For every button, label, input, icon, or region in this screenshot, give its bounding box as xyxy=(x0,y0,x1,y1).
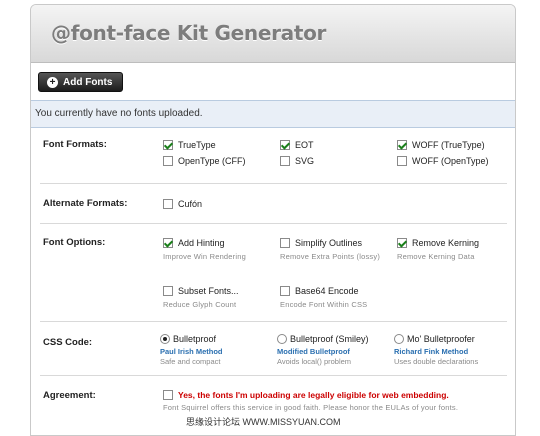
opentype-cff-checkbox[interactable] xyxy=(163,156,173,166)
cufon-checkbox[interactable] xyxy=(163,199,173,209)
cufon-label: Cufón xyxy=(178,199,203,209)
font-formats-label: Font Formats: xyxy=(43,139,107,150)
opentype-cff-label: OpenType (CFF) xyxy=(178,156,246,166)
bulletproof-radio[interactable] xyxy=(160,334,170,344)
plus-icon: + xyxy=(47,76,58,88)
mo-bulletproofer-radio[interactable] xyxy=(394,334,404,344)
eot-label: EOT xyxy=(295,140,314,150)
option-cufon[interactable]: Cufón xyxy=(163,199,202,209)
css-code-row: CSS Code: Bulletproof Paul Irish Method … xyxy=(40,322,507,376)
add-hinting-hint: Improve Win Rendering xyxy=(163,252,246,261)
option-eot[interactable]: EOT xyxy=(280,140,314,150)
woff-opentype-checkbox[interactable] xyxy=(397,156,407,166)
svg-checkbox[interactable] xyxy=(280,156,290,166)
option-base64-encode[interactable]: Base64 Encode Encode Font Within CSS xyxy=(280,286,367,309)
mo-bulletproofer-desc: Uses double declarations xyxy=(394,357,479,366)
svg-label: SVG xyxy=(295,156,315,166)
title-bar: @font-face Kit Generator xyxy=(31,5,515,63)
add-fonts-label: Add Fonts xyxy=(63,76,113,88)
option-agreement[interactable]: Yes, the fonts I'm uploading are legally… xyxy=(163,390,458,412)
agreement-text: Yes, the fonts I'm uploading are legally… xyxy=(178,390,449,400)
add-fonts-button[interactable]: + Add Fonts xyxy=(38,72,124,92)
option-subset-fonts[interactable]: Subset Fonts... Reduce Glyph Count xyxy=(163,286,239,309)
option-woff-opentype[interactable]: WOFF (OpenType) xyxy=(397,156,489,166)
simplify-outlines-label: Simplify Outlines xyxy=(295,238,363,248)
agreement-note: Font Squirrel offers this service in goo… xyxy=(163,403,459,412)
bulletproof-smiley-desc: Avoids local() problem xyxy=(277,357,352,366)
base64-encode-label: Base64 Encode xyxy=(295,286,359,296)
page-title: @font-face Kit Generator xyxy=(51,21,327,45)
toolbar: + Add Fonts xyxy=(31,63,515,100)
option-opentype-cff[interactable]: OpenType (CFF) xyxy=(163,156,246,166)
base64-encode-checkbox[interactable] xyxy=(280,286,290,296)
generator-panel: @font-face Kit Generator + Add Fonts You… xyxy=(30,4,516,436)
font-formats-row: Font Formats: TrueType EOT WOFF (TrueTyp… xyxy=(40,128,507,184)
subset-fonts-hint: Reduce Glyph Count xyxy=(163,300,237,309)
add-hinting-checkbox[interactable] xyxy=(163,238,173,248)
agreement-label: Agreement: xyxy=(43,390,96,401)
woff-opentype-label: WOFF (OpenType) xyxy=(412,156,489,166)
bulletproof-desc: Safe and compact xyxy=(160,357,221,366)
remove-kerning-hint: Remove Kerning Data xyxy=(397,252,475,261)
woff-truetype-label: WOFF (TrueType) xyxy=(412,140,485,150)
truetype-checkbox[interactable] xyxy=(163,140,173,150)
bulletproof-smiley-link[interactable]: Modified Bulletproof xyxy=(277,347,369,356)
option-svg[interactable]: SVG xyxy=(280,156,314,166)
agreement-checkbox[interactable] xyxy=(163,390,173,400)
mo-bulletproofer-link[interactable]: Richard Fink Method xyxy=(394,347,478,356)
css-code-label: CSS Code: xyxy=(43,337,93,348)
bulletproof-smiley-radio[interactable] xyxy=(277,334,287,344)
base64-encode-hint: Encode Font Within CSS xyxy=(280,300,368,309)
no-fonts-notice: You currently have no fonts uploaded. xyxy=(31,100,515,128)
remove-kerning-checkbox[interactable] xyxy=(397,238,407,248)
option-simplify-outlines[interactable]: Simplify Outlines Remove Extra Points (l… xyxy=(280,238,380,261)
option-bulletproof-smiley[interactable]: Bulletproof (Smiley) Modified Bulletproo… xyxy=(277,334,369,366)
alternate-formats-row: Alternate Formats: Cufón xyxy=(40,184,507,224)
option-truetype[interactable]: TrueType xyxy=(163,140,216,150)
option-woff-truetype[interactable]: WOFF (TrueType) xyxy=(397,140,485,150)
alternate-formats-label: Alternate Formats: xyxy=(43,198,128,209)
bulletproof-label: Bulletproof xyxy=(173,334,217,344)
mo-bulletproofer-label: Mo' Bulletproofer xyxy=(407,334,475,344)
watermark: 思缘设计论坛 WWW.MISSYUAN.COM xyxy=(186,415,341,428)
agreement-row: Agreement: Yes, the fonts I'm uploading … xyxy=(40,376,507,416)
font-options-label: Font Options: xyxy=(43,237,106,248)
simplify-outlines-hint: Remove Extra Points (lossy) xyxy=(280,252,381,261)
options-form: Font Formats: TrueType EOT WOFF (TrueTyp… xyxy=(31,128,515,416)
remove-kerning-label: Remove Kerning xyxy=(412,238,480,248)
eot-checkbox[interactable] xyxy=(280,140,290,150)
subset-fonts-label: Subset Fonts... xyxy=(178,286,239,296)
bulletproof-smiley-label: Bulletproof (Smiley) xyxy=(290,334,369,344)
simplify-outlines-checkbox[interactable] xyxy=(280,238,290,248)
subset-fonts-checkbox[interactable] xyxy=(163,286,173,296)
bulletproof-method-link[interactable]: Paul Irish Method xyxy=(160,347,223,356)
add-hinting-label: Add Hinting xyxy=(178,238,225,248)
option-mo-bulletproofer[interactable]: Mo' Bulletproofer Richard Fink Method Us… xyxy=(394,334,478,366)
truetype-label: TrueType xyxy=(178,140,216,150)
option-add-hinting[interactable]: Add Hinting Improve Win Rendering xyxy=(163,238,246,261)
option-remove-kerning[interactable]: Remove Kerning Remove Kerning Data xyxy=(397,238,479,261)
option-bulletproof[interactable]: Bulletproof Paul Irish Method Safe and c… xyxy=(160,334,223,366)
woff-truetype-checkbox[interactable] xyxy=(397,140,407,150)
font-options-row: Font Options: Add Hinting Improve Win Re… xyxy=(40,224,507,322)
